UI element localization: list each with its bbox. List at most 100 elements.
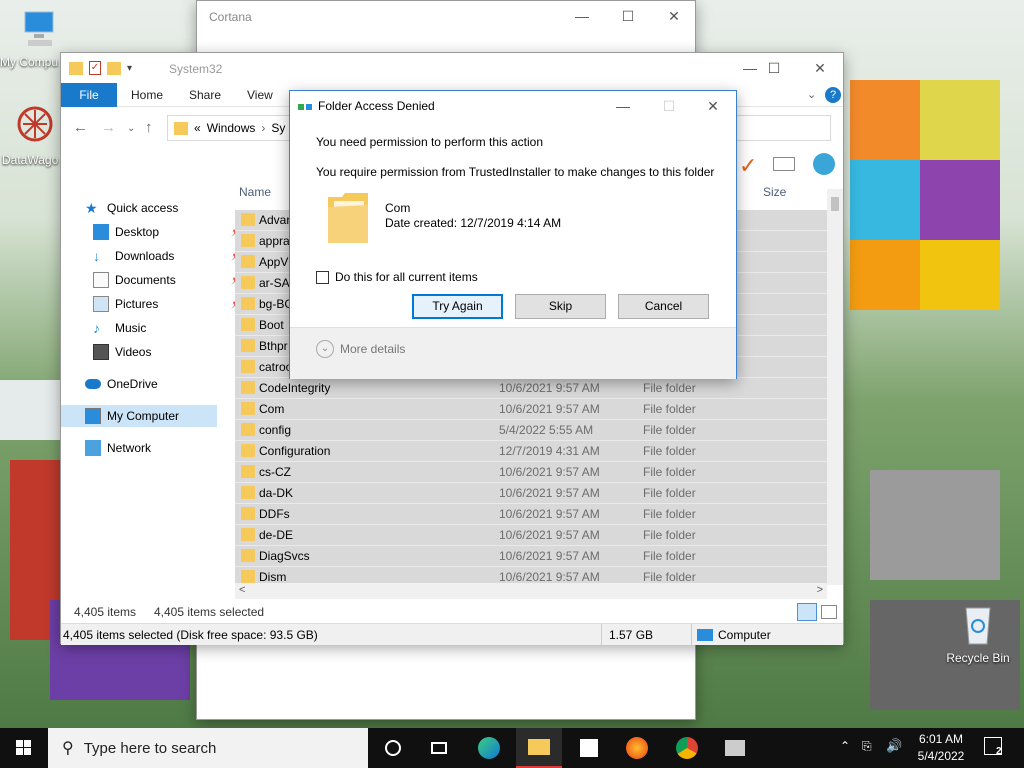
close-button[interactable]: ✕ [690, 91, 736, 121]
clock-time[interactable]: 6:01 AM [916, 732, 966, 746]
maximize-button[interactable]: ☐ [605, 1, 651, 31]
skip-button[interactable]: Skip [515, 294, 606, 319]
system-app-icon[interactable] [712, 728, 758, 768]
breadcrumb-overflow[interactable]: « [194, 121, 201, 135]
more-details-toggle[interactable]: ⌄ More details [316, 340, 405, 358]
firefox-icon[interactable] [614, 728, 660, 768]
show-hidden-icons-icon[interactable]: ⌃ [840, 739, 850, 753]
try-again-button[interactable]: Try Again [412, 294, 503, 319]
forward-arrow-icon[interactable]: → [101, 119, 116, 136]
nav-item-my-computer[interactable]: My Computer [61, 405, 217, 427]
store-icon[interactable] [566, 728, 612, 768]
folder-icon [241, 444, 255, 457]
row-type: File folder [643, 402, 696, 416]
folder-icon [241, 402, 255, 415]
cortana-circle-icon[interactable] [370, 728, 416, 768]
table-row[interactable]: Com 10/6/2021 9:57 AM File folder [235, 399, 827, 420]
table-row[interactable]: da-DK 10/6/2021 9:57 AM File folder [235, 483, 827, 504]
breadcrumb-system32[interactable]: Sy [271, 121, 285, 135]
dialog-title-bar: Folder Access Denied — ☐ ✕ [290, 91, 736, 121]
edge-browser-icon[interactable] [466, 728, 512, 768]
row-name: AppV [259, 255, 289, 269]
table-row[interactable]: de-DE 10/6/2021 9:57 AM File folder [235, 525, 827, 546]
nav-label: Network [107, 441, 152, 455]
folder-icon [241, 423, 255, 436]
table-row[interactable]: config 5/4/2022 5:55 AM File folder [235, 420, 827, 441]
column-name[interactable]: Name [239, 185, 271, 199]
folder-icon [241, 297, 255, 310]
table-row[interactable]: DDFs 10/6/2021 9:57 AM File folder [235, 504, 827, 525]
nav-item-desktop[interactable]: Desktop 📌 [93, 221, 249, 243]
details-status-bar: 4,405 items selected (Disk free space: 9… [61, 623, 843, 645]
new-folder-icon[interactable] [107, 61, 121, 75]
row-type: File folder [643, 549, 696, 563]
table-row[interactable]: CodeIntegrity 10/6/2021 9:57 AM File folde… [235, 378, 827, 399]
cancel-button[interactable]: Cancel [618, 294, 709, 319]
checkmark-icon[interactable]: ✓ [739, 153, 757, 179]
nav-item-onedrive[interactable]: OneDrive [85, 373, 241, 395]
details-view-icon[interactable] [797, 603, 817, 621]
start-button[interactable] [0, 728, 48, 768]
task-view-icon[interactable] [416, 728, 462, 768]
folder-icon [241, 234, 255, 247]
dialog-footer: ⌄ More details [290, 327, 736, 379]
all-items-checkbox-row[interactable]: Do this for all current items [316, 270, 478, 284]
wallpaper-shape [870, 470, 1000, 580]
minimize-button[interactable]: — [559, 1, 605, 31]
properties-icon[interactable]: ✓ [89, 61, 101, 75]
tab-view[interactable]: View [237, 83, 283, 107]
nav-item-network[interactable]: Network [85, 437, 241, 459]
nav-item-pictures[interactable]: Pictures 📌 [93, 293, 249, 315]
nav-item-quick-access[interactable]: ★ Quick access [85, 197, 241, 219]
more-details-label: More details [340, 342, 406, 356]
nav-item-downloads[interactable]: ↓ Downloads 📌 [93, 245, 249, 267]
close-button[interactable]: ✕ [797, 53, 843, 83]
tab-file[interactable]: File [61, 83, 117, 107]
table-row[interactable]: Configuration 12/7/2019 4:31 AM File folde… [235, 441, 827, 462]
scroll-right-icon[interactable]: > [817, 584, 823, 596]
row-type: File folder [643, 486, 696, 500]
row-name: Com [259, 402, 285, 416]
scrollbar-thumb[interactable] [831, 197, 839, 211]
up-arrow-icon[interactable]: ↑ [145, 119, 153, 136]
computer-icon [85, 408, 101, 424]
dialog-message: You require permission from TrustedInsta… [316, 165, 715, 179]
globe-icon[interactable] [813, 153, 835, 175]
close-button[interactable]: ✕ [651, 1, 697, 31]
back-arrow-icon[interactable]: ← [73, 119, 88, 136]
table-row[interactable]: cs-CZ 10/6/2021 9:57 AM File folder [235, 462, 827, 483]
row-name: Dism [259, 570, 287, 584]
breadcrumb-windows[interactable]: Windows [207, 121, 256, 135]
chevron-down-icon[interactable]: ▾ [127, 63, 132, 74]
nav-item-music[interactable]: ♪ Music [93, 317, 249, 339]
row-name: CodeIntegrity [259, 381, 331, 395]
table-row[interactable]: DiagSvcs 10/6/2021 9:57 AM File folder [235, 546, 827, 567]
folder-icon[interactable] [69, 61, 83, 75]
tab-share[interactable]: Share [179, 83, 231, 107]
horizontal-scrollbar[interactable]: < > [235, 583, 827, 599]
ribbon-expand-icon[interactable]: ⌄ [807, 88, 816, 101]
taskbar-search-box[interactable]: ⚲ Type here to search [48, 728, 368, 768]
folder-icon [241, 213, 255, 226]
nav-item-documents[interactable]: Documents 📌 [93, 269, 249, 291]
recent-locations-icon[interactable]: ⌄ [127, 123, 135, 134]
column-size[interactable]: Size [763, 185, 786, 199]
minimize-button[interactable]: — [600, 91, 646, 121]
folder-icon [241, 360, 255, 373]
nav-item-videos[interactable]: Videos [93, 341, 249, 363]
document-icon [93, 272, 109, 288]
vertical-scrollbar[interactable] [827, 189, 843, 585]
clock-date[interactable]: 5/4/2022 [916, 749, 966, 763]
maximize-button[interactable]: ☐ [751, 53, 797, 83]
network-icon[interactable]: ⎘ [862, 739, 872, 754]
large-icons-view-icon[interactable] [821, 605, 837, 619]
tab-home[interactable]: Home [121, 83, 173, 107]
scroll-left-icon[interactable]: < [239, 584, 245, 596]
checkbox[interactable] [316, 270, 329, 284]
file-explorer-taskbar-icon[interactable] [516, 728, 562, 768]
help-icon[interactable]: ? [825, 87, 841, 103]
volume-icon[interactable]: 🔊 [886, 738, 902, 754]
chrome-icon[interactable] [664, 728, 710, 768]
rename-icon[interactable] [773, 157, 795, 171]
desktop-icon-recycle-bin[interactable]: Recycle Bin [940, 602, 1016, 665]
